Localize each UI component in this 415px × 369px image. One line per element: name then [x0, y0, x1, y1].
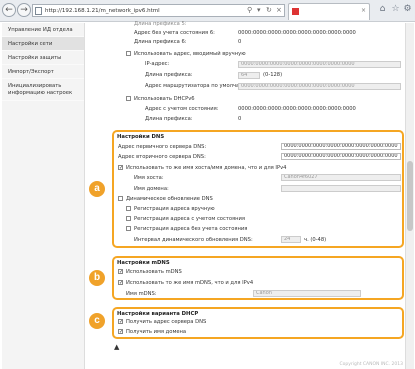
same-mdns-name-checkbox[interactable]: [118, 280, 123, 285]
browser-toolbar: ← → http://192.168.1.21/m_network_ipv6.h…: [0, 0, 415, 22]
dynamic-dns-checkbox[interactable]: [118, 196, 123, 201]
same-host-checkbox[interactable]: [118, 165, 123, 170]
sidebar-item-dept-id[interactable]: Управление ИД отдела: [2, 23, 84, 37]
dhcp-prefix-len-value: 0: [238, 116, 242, 122]
dhcpv6-label: Использовать DHCPv6: [134, 96, 195, 102]
use-mdns-checkbox[interactable]: [118, 269, 123, 274]
mdns-name-label: Имя mDNS:: [126, 291, 157, 297]
ip-address-field[interactable]: 0000:0000:0000:0000:0000:0000:0000:0000: [238, 61, 401, 68]
domain-name-field[interactable]: [281, 185, 401, 192]
register-stateful-checkbox[interactable]: [126, 216, 131, 221]
register-stateful-label: Регистрация адреса с учетом состояния: [134, 216, 246, 222]
mdns-name-field[interactable]: Canon: [253, 290, 361, 297]
dropdown-icon[interactable]: ▾: [257, 6, 261, 14]
manual-address-checkbox[interactable]: [126, 51, 131, 56]
register-manual-checkbox[interactable]: [126, 206, 131, 211]
secondary-dns-label: Адрес вторичного сервера DNS:: [118, 154, 206, 160]
use-mdns-label: Использовать mDNS: [126, 269, 182, 275]
stateless-addr6-value: 0000:0000:0000:0000:0000:0000:0000:0000: [238, 30, 356, 36]
get-dns-server-label: Получить адрес сервера DNS: [126, 319, 207, 325]
prefix-len6-label: Длина префикса 6:: [134, 39, 187, 45]
dhcpv6-checkbox[interactable]: [126, 96, 131, 101]
callout-b-badge: b: [89, 270, 105, 286]
domain-name-label: Имя домена:: [134, 186, 169, 192]
favicon-icon: [292, 8, 299, 15]
prefix-length-range: (0-128): [263, 72, 283, 78]
main-content: Длина префикса 5: Адрес без учета состоя…: [86, 21, 404, 369]
copyright-footer: Copyright CANON INC. 2013: [339, 362, 404, 367]
ip-address-label: IP-адрес:: [145, 61, 170, 67]
interval-label: Интервал динамического обновления DNS:: [134, 237, 253, 243]
sidebar-item-network[interactable]: Настройки сети: [2, 37, 84, 51]
scrollbar-thumb[interactable]: [407, 161, 413, 231]
prefix-length-field[interactable]: 64: [238, 72, 260, 79]
prefix-length-label: Длина префикса:: [145, 72, 193, 78]
manual-address-label: Использовать адрес, вводимый вручную: [134, 51, 246, 57]
register-stateless-label: Регистрация адреса без учета состояния: [134, 226, 248, 232]
browser-tab[interactable]: ×: [288, 3, 370, 20]
favorites-icon[interactable]: ☆: [390, 4, 401, 15]
callout-c-badge: c: [89, 313, 105, 329]
sidebar-item-import-export[interactable]: Импорт/Экспорт: [2, 65, 84, 79]
dhcp-section-title: Настройки варианта DHCP: [117, 311, 199, 317]
secondary-dns-field[interactable]: 0000:0000:0000:0000:0000:0000:0000:0000: [281, 153, 401, 160]
search-icon[interactable]: ⚲: [247, 6, 252, 14]
cut-off-label: Длина префикса 5:: [134, 21, 187, 27]
dns-section-title: Настройки DNS: [117, 134, 165, 140]
host-name-label: Имя хоста:: [134, 175, 164, 181]
stateful-addr-label: Адрес с учетом состояния:: [145, 106, 219, 112]
primary-dns-label: Адрес первичного сервера DNS:: [118, 144, 207, 150]
stateless-addr6-label: Адрес без учета состояния 6:: [134, 30, 215, 36]
default-router-field[interactable]: 0000:0000:0000:0000:0000:0000:0000:0000: [238, 83, 401, 90]
vertical-scrollbar[interactable]: [405, 23, 414, 369]
same-mdns-name-label: Использовать то же имя mDNS, что и для I…: [126, 280, 254, 286]
page-top-icon[interactable]: ▲: [114, 343, 119, 351]
page-icon: [35, 7, 42, 15]
settings-icon[interactable]: ⚙: [402, 4, 413, 15]
dhcp-prefix-len-label: Длина префикса:: [145, 116, 193, 122]
get-dns-server-checkbox[interactable]: [118, 319, 123, 324]
host-name-field[interactable]: Canon4f6027: [281, 174, 401, 181]
refresh-icon[interactable]: ↻: [266, 6, 272, 14]
back-button[interactable]: ←: [2, 3, 16, 17]
stop-icon[interactable]: ×: [276, 6, 282, 14]
forward-button[interactable]: →: [17, 3, 31, 17]
prefix-len6-value: 0: [238, 39, 242, 45]
close-tab-icon[interactable]: ×: [361, 7, 366, 14]
home-icon[interactable]: ⌂: [377, 4, 388, 15]
url-text: http://192.168.1.21/m_network_ipv6.html: [45, 8, 160, 14]
interval-field[interactable]: 24: [281, 236, 301, 243]
sidebar: Управление ИД отдела Настройки сети Наст…: [2, 23, 85, 369]
sidebar-item-security[interactable]: Настройки защиты: [2, 51, 84, 65]
get-domain-name-label: Получить имя домена: [126, 329, 187, 335]
address-bar[interactable]: http://192.168.1.21/m_network_ipv6.html …: [32, 4, 285, 17]
same-host-label: Использовать то же имя хоста/имя домена,…: [126, 165, 287, 171]
stateful-addr-value: 0000:0000:0000:0000:0000:0000:0000:0000: [238, 106, 356, 112]
callout-a-badge: a: [89, 181, 105, 197]
interval-unit: ч. (0-48): [304, 237, 327, 243]
mdns-section-title: Настройки mDNS: [117, 260, 170, 266]
sidebar-item-initialize[interactable]: Инициализировать информацию настроек: [2, 79, 84, 101]
primary-dns-field[interactable]: 0000:0000:0000:0000:0000:0000:0000:0000: [281, 143, 401, 150]
register-stateless-checkbox[interactable]: [126, 226, 131, 231]
dynamic-dns-label: Динамическое обновление DNS: [126, 196, 213, 202]
default-router-label: Адрес маршрутизатора по умолчанию:: [145, 83, 253, 89]
register-manual-label: Регистрация адреса вручную: [134, 206, 215, 212]
get-domain-name-checkbox[interactable]: [118, 329, 123, 334]
